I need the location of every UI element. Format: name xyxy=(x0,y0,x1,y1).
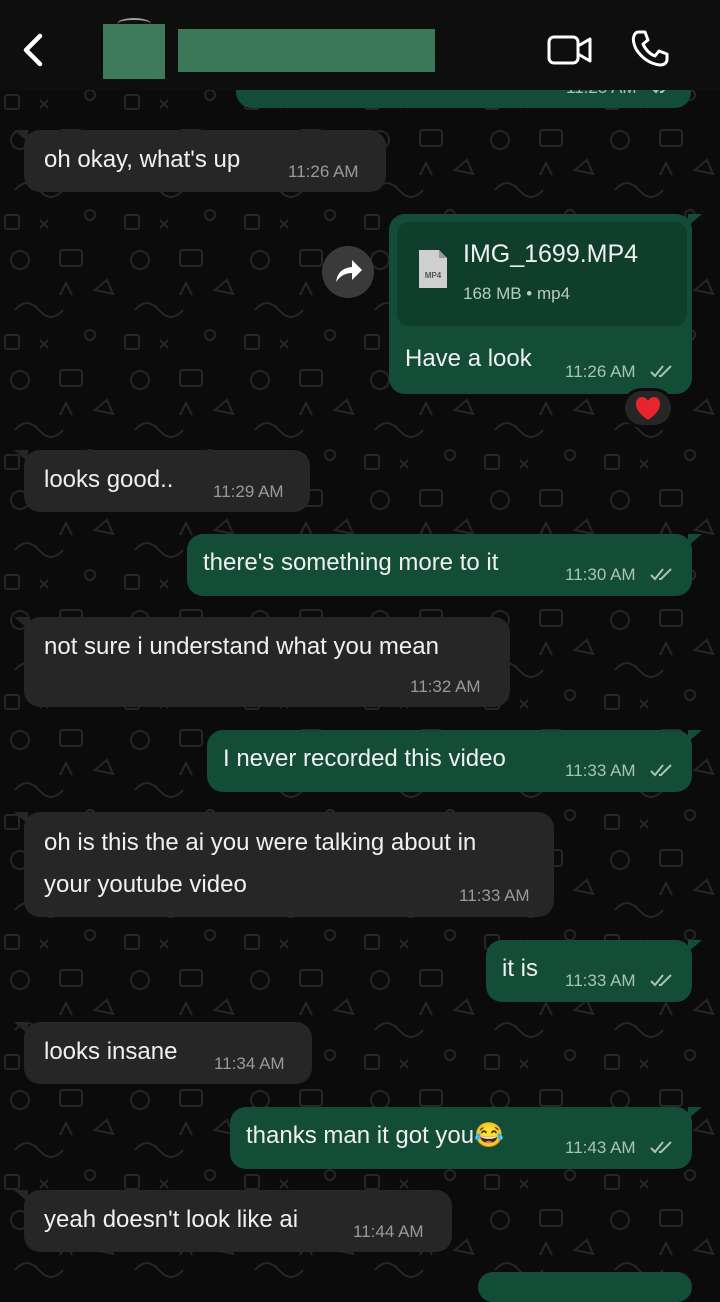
message-time: 11:43 AM xyxy=(565,1138,636,1157)
message-bubble-outgoing[interactable]: thanks man it got you😂 11:43 AM xyxy=(230,1107,692,1169)
message-text: oh okay, what's up xyxy=(44,146,241,173)
message-bubble-outgoing[interactable]: I never recorded this video 11:33 AM xyxy=(207,730,692,792)
read-ticks-icon xyxy=(650,568,672,581)
message-bubble-outgoing-file[interactable]: MP4 IMG_1699.MP4 168 MB • mp4 Have a loo… xyxy=(389,214,692,394)
message-text: thanks man it got you😂 xyxy=(246,1122,505,1149)
read-ticks-icon xyxy=(650,365,672,378)
file-name: IMG_1699.MP4 xyxy=(463,240,639,268)
bubble-tail xyxy=(688,730,702,742)
message-bubble-incoming[interactable]: looks insane 11:34 AM xyxy=(24,1022,312,1084)
forward-button[interactable] xyxy=(322,246,374,298)
message-bubble-outgoing[interactable]: it is 11:33 AM xyxy=(486,940,692,1002)
read-ticks-icon xyxy=(650,974,672,987)
bubble-tail xyxy=(14,1022,28,1034)
bubble-tail xyxy=(14,1190,28,1202)
message-bubble-incoming[interactable]: oh okay, what's up 11:26 AM xyxy=(24,130,386,192)
message-text: it is xyxy=(502,955,538,982)
message-time: 11:33 AM xyxy=(459,886,530,905)
message-bubble-incoming[interactable]: looks good.. 11:29 AM xyxy=(24,450,310,512)
message-text-line-2: your youtube video xyxy=(44,871,247,898)
file-attachment[interactable]: MP4 IMG_1699.MP4 168 MB • mp4 xyxy=(397,222,687,326)
message-time: 11:26 AM xyxy=(288,162,359,181)
svg-text:MP4: MP4 xyxy=(425,271,442,280)
message-time: 11:26 AM xyxy=(565,362,636,381)
message-time: 11:29 AM xyxy=(213,482,284,501)
bubble-tail xyxy=(14,617,28,629)
chat-header-overlay xyxy=(0,0,720,84)
message-text: looks insane xyxy=(44,1038,178,1065)
message-bubble-incoming[interactable]: not sure i understand what you mean 11:3… xyxy=(24,617,510,707)
read-ticks-icon xyxy=(650,764,672,777)
message-bubble-incoming[interactable]: yeah doesn't look like ai 11:44 AM xyxy=(24,1190,452,1252)
message-text: oh is this the ai you were talking about… xyxy=(44,829,477,856)
message-time: 11:30 AM xyxy=(565,565,636,584)
message-bubble-outgoing[interactable]: there's something more to it 11:30 AM xyxy=(187,534,692,596)
bubble-tail xyxy=(688,940,702,952)
share-arrow-icon xyxy=(336,260,362,282)
bubble-tail xyxy=(14,812,28,824)
heart-icon xyxy=(635,397,661,420)
message-text: there's something more to it xyxy=(203,549,499,576)
bubble-tail xyxy=(688,534,702,546)
message-text: I never recorded this video xyxy=(223,745,506,772)
file-meta: 168 MB • mp4 xyxy=(463,284,571,303)
message-caption: Have a look xyxy=(405,345,532,372)
bubble-tail xyxy=(14,450,28,462)
message-bubble-incoming[interactable]: oh is this the ai you were talking about… xyxy=(24,812,554,917)
message-time: 11:33 AM xyxy=(565,761,636,780)
document-icon: MP4 xyxy=(419,250,447,288)
message-time: 11:33 AM xyxy=(565,971,636,990)
reaction-badge[interactable] xyxy=(622,388,674,428)
message-text: yeah doesn't look like ai xyxy=(44,1206,299,1233)
bubble-tail xyxy=(688,1107,702,1119)
message-text: looks good.. xyxy=(44,466,174,493)
message-time: 11:34 AM xyxy=(214,1054,285,1073)
message-time: 11:44 AM xyxy=(353,1222,424,1241)
read-ticks-icon xyxy=(650,1141,672,1154)
bubble-tail xyxy=(14,130,28,142)
message-time: 11:32 AM xyxy=(410,677,481,696)
message-bubble-outgoing-partial[interactable] xyxy=(478,1272,692,1302)
bubble-tail xyxy=(688,214,702,226)
message-text: not sure i understand what you mean xyxy=(44,633,439,660)
